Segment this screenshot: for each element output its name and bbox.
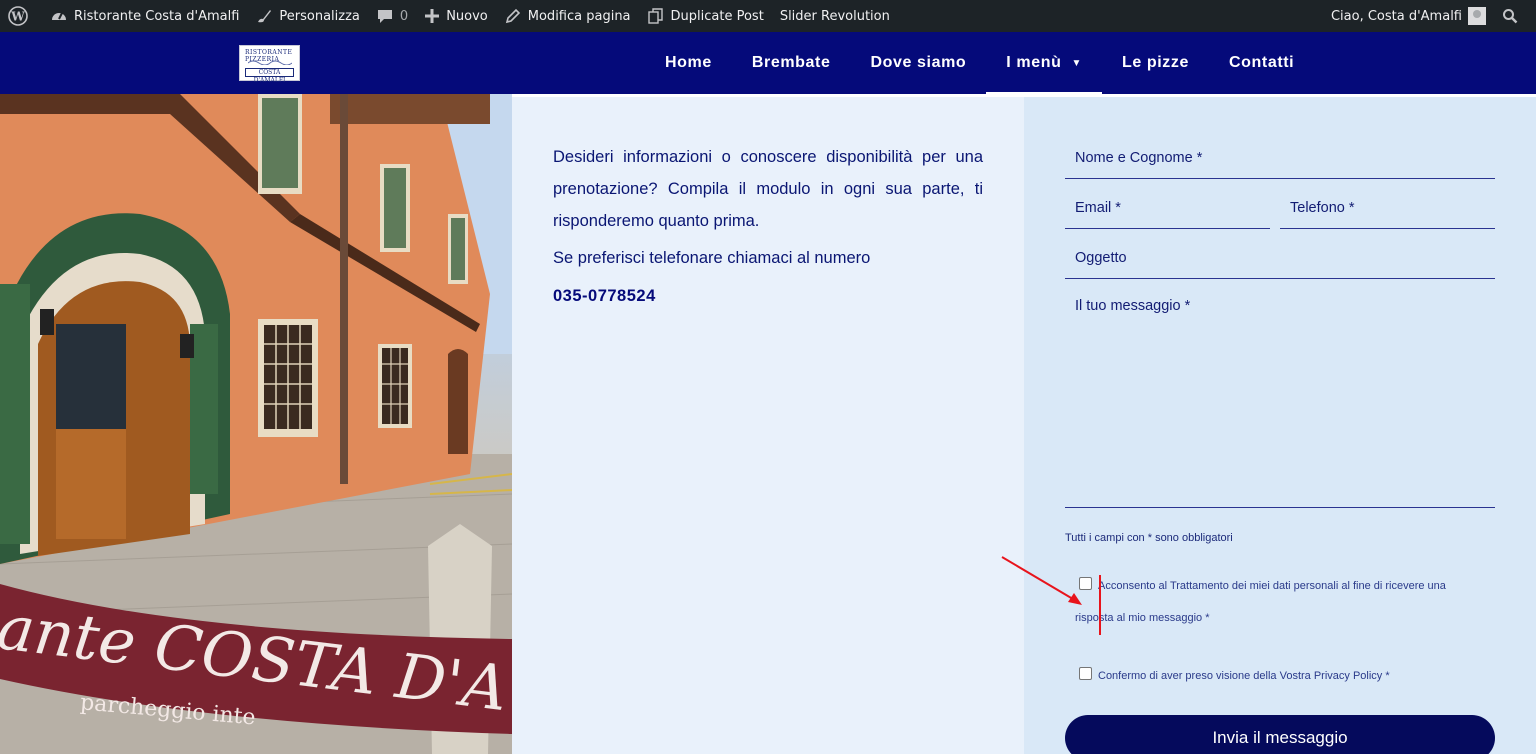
submit-button[interactable]: Invia il messaggio [1065,715,1495,754]
duplicate-post-label: Duplicate Post [670,8,764,24]
consent-label-line-2: risposta al mio messaggio * [1075,612,1210,624]
edit-page-label: Modifica pagina [527,8,631,24]
nav-item-i-menu[interactable]: I menù ▼ [986,32,1102,96]
duplicate-post-link[interactable]: Duplicate Post [639,0,772,32]
info-panel: Desideri informazioni o conoscere dispon… [512,97,1024,754]
nav-label: Le pizze [1121,54,1189,71]
subject-field-label: Oggetto [1075,250,1127,266]
my-account-link[interactable]: Ciao, Costa d'Amalfi [1323,0,1494,32]
intro-text: Desideri informazioni o conoscere dispon… [553,148,983,230]
consent-checkbox[interactable] [1079,577,1092,590]
message-field-label: Il tuo messaggio * [1075,298,1191,314]
nav-item-dove-siamo[interactable]: Dove siamo [850,32,986,94]
wordpress-logo-button[interactable]: W [0,0,42,32]
nav-item-home[interactable]: Home [645,32,732,94]
nav-label: I menù [1006,54,1062,71]
privacy-label: Confermo di aver preso visione della Vos… [1098,670,1390,682]
nav-item-contatti[interactable]: Contatti [1209,32,1314,94]
required-fields-note: Tutti i campi con * sono obbligatori [1065,532,1233,544]
consent-label-line-1: Acconsento al Trattamento dei miei dati … [1098,580,1446,592]
submit-label: Invia il messaggio [1212,728,1348,747]
new-content-link[interactable]: Nuovo [416,0,496,32]
customize-link[interactable]: Personalizza [247,0,368,32]
site-header: RISTORANTE PIZZERIA COSTA D'AMALFI Home … [0,32,1536,96]
admin-bar: W Ristorante Costa d'Amalfi Personalizza… [0,0,1536,32]
greeting-label: Ciao, Costa d'Amalfi [1330,8,1462,24]
slider-revolution-link[interactable]: Slider Revolution [772,0,898,32]
edit-page-link[interactable]: Modifica pagina [496,0,639,32]
brush-icon [258,10,272,23]
customize-label: Personalizza [279,8,360,24]
comments-link[interactable]: 0 [368,0,416,32]
comments-count: 0 [399,8,409,24]
admin-search-button[interactable] [1494,0,1536,32]
search-icon [1503,9,1518,24]
nav-label: Brembate [751,54,831,71]
nav-item-le-pizze[interactable]: Le pizze [1102,32,1209,94]
chevron-down-icon: ▼ [1071,57,1082,69]
slider-revolution-label: Slider Revolution [779,8,890,24]
pencil-icon [505,8,520,24]
phone-lead-text: Se preferisci telefonare chiamaci al num… [553,249,871,267]
comment-icon [377,10,392,23]
site-name-link[interactable]: Ristorante Costa d'Amalfi [42,0,247,32]
avatar [1468,7,1486,25]
svg-text:W: W [10,10,25,24]
site-name-label: Ristorante Costa d'Amalfi [74,8,240,24]
nav-item-brembate[interactable]: Brembate [732,32,851,94]
contact-form: Nome e Cognome * Email * Telefono * Ogge… [1024,97,1536,754]
phone-number-link[interactable]: 035-0778524 [553,287,656,306]
restaurant-illustration: ante COSTA D'A parcheggio inte [0,94,512,754]
site-logo[interactable]: RISTORANTE PIZZERIA COSTA D'AMALFI [239,45,300,84]
nav-label: Home [665,54,712,71]
privacy-checkbox[interactable] [1079,667,1092,680]
subject-field[interactable] [1065,231,1495,279]
main-nav: Home Brembate Dove siamo I menù ▼ Le pizz… [645,32,1314,96]
duplicate-icon [647,8,663,24]
new-label: Nuovo [446,8,488,24]
nav-label: Dove siamo [870,54,967,71]
logo-wave-icon [248,60,292,65]
dashboard-icon [52,12,66,20]
message-textarea[interactable] [1065,281,1495,508]
plus-icon [425,9,440,23]
name-field-label: Nome e Cognome * [1075,150,1203,166]
email-field-label: Email * [1075,200,1121,216]
nav-label: Contatti [1229,54,1295,71]
restaurant-photo: ante COSTA D'A parcheggio inte [0,94,512,754]
logo-line-2: COSTA D'AMALFI [245,68,294,84]
wordpress-icon: W [8,6,28,26]
phone-field-label: Telefono * [1290,200,1355,216]
